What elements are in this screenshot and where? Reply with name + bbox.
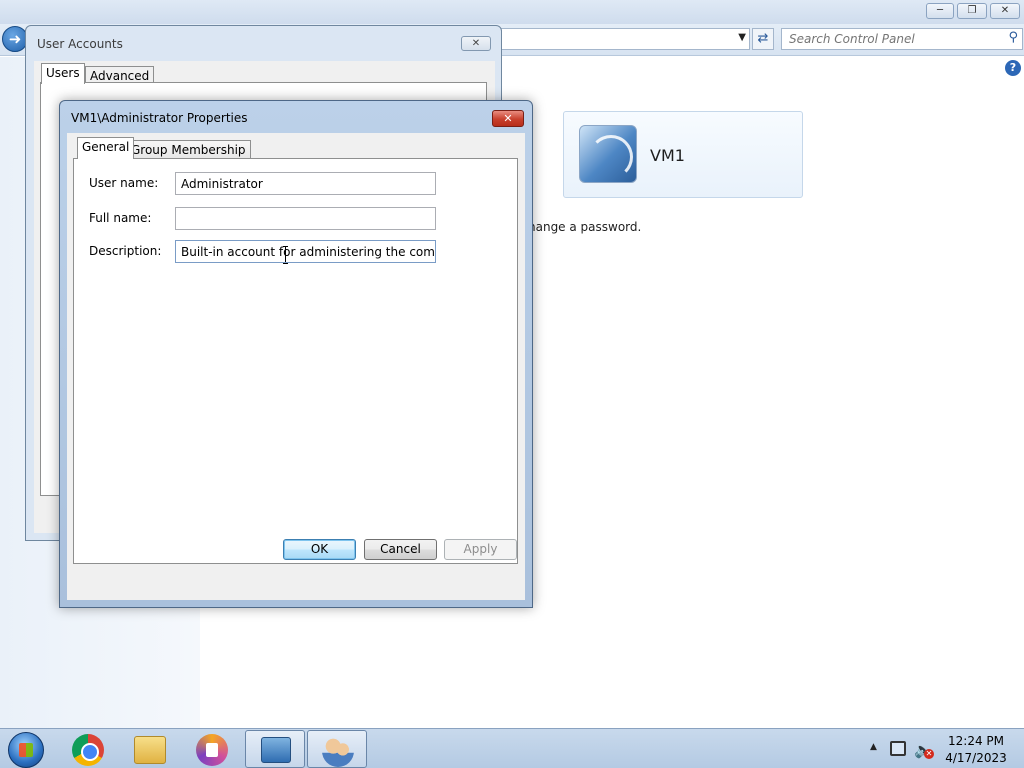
taskbar: ▲ 🔈 ✕ 12:24 PM 4/17/2023 (0, 728, 1024, 768)
user-name-label: User name: (89, 176, 159, 190)
clock-time[interactable]: 12:24 PM (940, 734, 1012, 748)
tab-group-membership[interactable]: Group Membership (126, 140, 251, 160)
address-bar[interactable]: ▼ (500, 28, 750, 50)
server-manager-icon (261, 737, 291, 763)
window-title: User Accounts (37, 37, 123, 51)
description-field[interactable] (175, 240, 436, 263)
computer-name: VM1 (650, 146, 685, 165)
close-button[interactable]: ✕ (990, 3, 1020, 19)
description-label: Description: (89, 244, 162, 258)
chrome-icon (72, 734, 104, 766)
refresh-icon[interactable]: ⇄ (752, 28, 774, 50)
properties-body: General Group Membership User name: Full… (67, 133, 525, 600)
apply-button[interactable]: Apply (444, 539, 517, 560)
full-name-label: Full name: (89, 211, 152, 225)
ok-button[interactable]: OK (283, 539, 356, 560)
tab-general[interactable]: General (77, 137, 135, 159)
taskbar-server-manager[interactable] (245, 730, 305, 768)
close-button[interactable]: ✕ (492, 110, 524, 127)
folder-icon (134, 736, 166, 764)
general-tab-panel: User name: Full name: Description: (73, 158, 518, 564)
clock-date[interactable]: 4/17/2023 (940, 751, 1012, 765)
close-button[interactable]: ✕ (461, 36, 491, 51)
user-name-field[interactable] (175, 172, 436, 195)
mute-badge-icon: ✕ (924, 749, 934, 759)
vpn-lock-icon (196, 734, 228, 766)
full-name-field[interactable] (175, 207, 436, 230)
text-cursor-icon (283, 246, 289, 264)
taskbar-file-explorer[interactable] (120, 730, 180, 768)
cancel-button[interactable]: Cancel (364, 539, 437, 560)
restore-button[interactable]: ❐ (957, 3, 987, 19)
chevron-down-icon[interactable]: ▼ (738, 32, 746, 43)
search-icon[interactable]: ⚲ (1008, 30, 1018, 45)
tab-users[interactable]: Users (41, 63, 85, 84)
search-input[interactable] (782, 29, 992, 49)
help-icon[interactable]: ? (1005, 60, 1021, 76)
taskbar-vpn-client[interactable] (182, 730, 242, 768)
administrator-properties-dialog: VM1\Administrator Properties ✕ General G… (59, 100, 533, 608)
search-box[interactable]: ⚲ (781, 28, 1023, 50)
dialog-title: VM1\Administrator Properties (71, 111, 248, 125)
taskbar-chrome[interactable] (58, 730, 118, 768)
show-hidden-icons-icon[interactable]: ▲ (870, 742, 877, 752)
change-password-text: hange a password. (528, 220, 642, 234)
users-icon (322, 735, 354, 767)
network-icon[interactable] (890, 741, 906, 756)
computer-tile[interactable]: VM1 (563, 111, 803, 198)
computer-icon (579, 125, 637, 183)
start-button[interactable] (8, 732, 44, 768)
taskbar-user-accounts[interactable] (307, 730, 367, 768)
control-panel-titlebar: ─ ❐ ✕ (0, 0, 1024, 24)
minimize-button[interactable]: ─ (926, 3, 954, 19)
